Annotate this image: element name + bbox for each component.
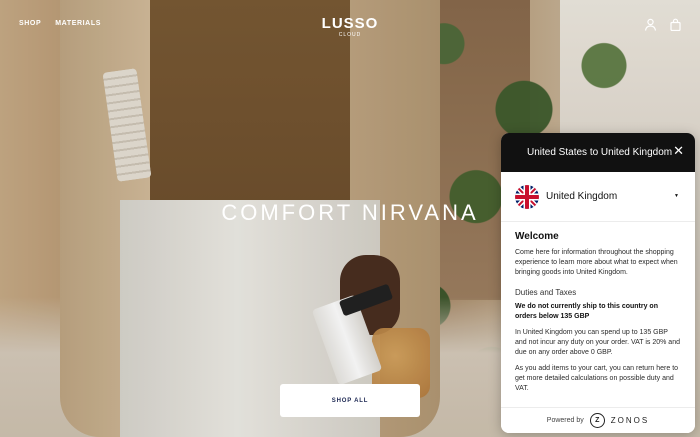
- zonos-logo-icon: Z: [589, 413, 605, 428]
- logo-wordmark: LUSSO: [321, 15, 379, 32]
- duty-info-text: In United Kingdom you can spend up to 13…: [515, 329, 680, 356]
- panel-body: Welcome Come here for information throug…: [501, 222, 695, 394]
- shop-all-button[interactable]: SHOP ALL: [280, 384, 420, 417]
- shipping-notice: We do not currently ship to this country…: [515, 303, 658, 320]
- cart-icon[interactable]: [669, 18, 682, 31]
- intro-text: Come here for information throughout the…: [515, 249, 678, 276]
- country-selector[interactable]: United Kingdom ▼: [501, 172, 695, 222]
- logo-subtitle: CLOUD: [338, 32, 362, 38]
- main-nav: SHOP MATERIALS: [19, 20, 101, 27]
- uk-flag-icon: [515, 184, 539, 209]
- close-icon[interactable]: ✕: [673, 144, 684, 157]
- account-icon[interactable]: [644, 18, 657, 31]
- duties-heading: Duties and Taxes: [515, 288, 577, 297]
- powered-by-label: Powered by: [546, 417, 584, 424]
- chevron-down-icon: ▼: [674, 193, 679, 199]
- country-name: United Kingdom: [546, 191, 618, 202]
- header-icons: [644, 18, 682, 31]
- nav-shop[interactable]: SHOP: [19, 20, 41, 27]
- powered-by-footer[interactable]: Powered by Z ZONOS: [501, 407, 695, 433]
- shipping-route-title: United States to United Kingdom: [527, 147, 673, 158]
- welcome-heading: Welcome: [515, 231, 559, 242]
- zonos-wordmark: ZONOS: [610, 416, 650, 425]
- nav-materials[interactable]: MATERIALS: [55, 20, 101, 27]
- zonos-welcome-panel: United States to United Kingdom ✕ United…: [501, 133, 695, 433]
- brand-logo[interactable]: LUSSO CLOUD: [318, 16, 382, 38]
- cart-info-text: As you add items to your cart, you can r…: [515, 365, 679, 392]
- panel-header: United States to United Kingdom ✕: [501, 133, 695, 172]
